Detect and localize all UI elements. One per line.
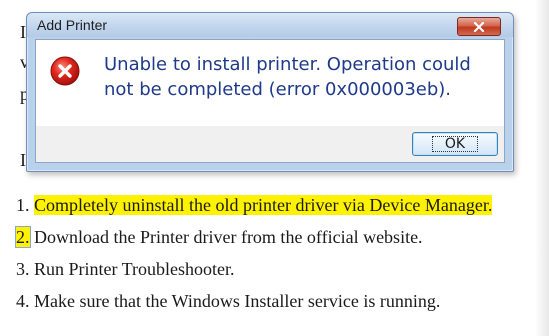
close-button[interactable]	[457, 17, 501, 36]
list-item: 1. Completely uninstall the old printer …	[16, 194, 536, 226]
list-item: 2. Download the Printer driver from the …	[15, 226, 536, 258]
ok-button-label: OK	[431, 136, 479, 152]
list-item: 4. Make sure that the Windows Installer …	[16, 290, 536, 322]
page-edge-shadow	[535, 0, 549, 336]
dialog-body: Unable to install printer. Operation cou…	[35, 39, 505, 163]
error-message: Unable to install printer. Operation cou…	[104, 54, 471, 100]
add-printer-dialog: Add Printer Unable to install printer. O…	[26, 12, 514, 172]
list-item: 3. Run Printer Troubleshooter.	[16, 258, 536, 290]
step-number: 1.	[16, 195, 30, 215]
step-number-highlighted: 2.	[15, 226, 31, 248]
step-number: 4.	[16, 291, 30, 311]
step-text: Download the Printer driver from the off…	[34, 227, 423, 247]
error-circle-icon	[50, 56, 80, 86]
ok-button[interactable]: OK	[412, 132, 498, 156]
close-icon	[473, 21, 485, 32]
dialog-title: Add Printer	[37, 17, 108, 33]
step-number: 3.	[16, 259, 30, 279]
step-text: Run Printer Troubleshooter.	[34, 259, 235, 279]
dialog-titlebar[interactable]: Add Printer	[27, 13, 513, 37]
step-text-highlighted: Completely uninstall the old printer dri…	[34, 195, 493, 215]
step-text: Make sure that the Windows Installer ser…	[34, 291, 441, 311]
message-area: Unable to install printer. Operation cou…	[36, 40, 504, 126]
instruction-list: 1. Completely uninstall the old printer …	[15, 194, 536, 322]
